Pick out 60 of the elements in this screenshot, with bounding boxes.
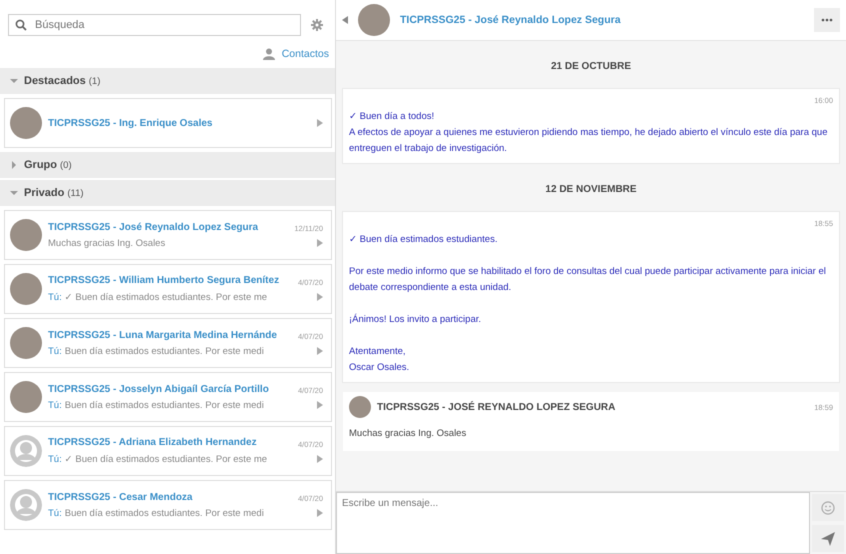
chat-title: TICPRSSG25 - José Reynaldo Lopez Segura: [400, 14, 622, 26]
section-header[interactable]: Privado (11): [0, 180, 335, 208]
date-divider: 21 DE OCTUBRE: [550, 60, 631, 74]
conversation-name: TICPRSSG25 - Josselyn Abigaíl García Portillo: [48, 384, 270, 394]
message-text: A efectos de apoyar a quienes me estuvieron pidiendo mas tiempo, he dejado abierto el vínculo este día para que entreguen el trabajo de investigación.: [349, 126, 828, 156]
conversation-name: TICPRSSG25 - José Reynaldo Lopez Segura: [48, 222, 260, 232]
contacts-link[interactable]: Contactos: [282, 48, 329, 60]
emoji-button[interactable]: [812, 494, 844, 521]
more-button[interactable]: [814, 8, 840, 32]
date-divider: 12 DE NOVIEMBRE: [545, 183, 637, 197]
chevron-icon: [317, 400, 323, 408]
message-preview: Tú: Buen día estimados estudiantes. Por este medi: [48, 400, 265, 410]
conversation-name: TICPRSSG25 - Luna Margarita Medina Hernánde: [48, 330, 278, 340]
caret-icon: [10, 161, 18, 169]
chevron-icon: [317, 346, 323, 354]
chevron-icon: [317, 454, 323, 462]
section-title: Privado: [24, 187, 64, 199]
message-preview: Tú: Buen día estimados estudiantes. Por este medi: [48, 346, 265, 356]
conversation-name: TICPRSSG25 - Adriana Elizabeth Hernandez: [48, 437, 258, 448]
message-preview: Tú: ✓ Buen día estimados estudiantes. Por este me: [48, 453, 268, 465]
message-preview: Tú: Buen día estimados estudiantes. Por este medi: [48, 508, 265, 518]
caret-icon: [10, 189, 18, 197]
message-input[interactable]: Escribe un mensaje...: [336, 492, 810, 554]
section-title: Destacados: [24, 75, 86, 87]
send-button[interactable]: [812, 525, 844, 552]
message-preview: Tú: ✓ Buen día estimados estudiantes. Por este me: [48, 291, 268, 303]
chevron-icon: [317, 238, 323, 246]
dots-icon: [821, 18, 833, 22]
message-text: ¡Ánimos! Los invito a participar.: [349, 312, 482, 327]
section-count: (0): [60, 160, 72, 170]
section-count: (11): [67, 188, 84, 198]
conversation-item[interactable]: TICPRSSG25 - Ing. Enrique Osales: [4, 98, 332, 148]
smiley-icon: [821, 500, 835, 514]
avatar-photo-placeholder: [358, 4, 390, 36]
section-header[interactable]: Destacados (1): [0, 68, 335, 96]
caret-icon: [10, 77, 18, 85]
message-preview: Muchas gracias Ing. Osales: [48, 238, 166, 248]
conversation-name: TICPRSSG25 - Ing. Enrique Osales: [48, 118, 214, 128]
settings-icon[interactable]: [311, 19, 323, 31]
send-icon: [821, 532, 835, 546]
message-text: ✓ Buen día a todos!: [349, 110, 436, 124]
message-text: Muchas gracias Ing. Osales: [349, 427, 468, 441]
chevron-icon: [317, 292, 323, 300]
conversation-name: TICPRSSG25 - William Humberto Segura Benítez: [48, 275, 280, 286]
avatar-photo-placeholder: [349, 396, 371, 418]
sender-name: TICPRSSG25 - JOSÉ REYNALDO LOPEZ SEGURA: [377, 402, 616, 412]
search-icon: [15, 19, 27, 31]
search-field[interactable]: Búsqueda: [8, 14, 301, 36]
section-count: (1): [88, 76, 100, 86]
section-title: Grupo: [24, 159, 57, 171]
section-header[interactable]: Grupo (0): [0, 152, 335, 180]
back-icon[interactable]: [342, 16, 348, 24]
message-text: Atentamente,: [349, 345, 407, 359]
person-icon: [262, 48, 275, 60]
message-text: Oscar Osales.: [349, 361, 410, 375]
message-text: ✓ Buen día estimados estudiantes.: [349, 233, 498, 247]
conversation-name: TICPRSSG25 - Cesar Mendoza: [48, 492, 194, 502]
chevron-icon: [317, 508, 323, 516]
chevron-icon: [317, 119, 323, 127]
message-text: Por este medio informo que se habilitado el foro de consultas del cual puede participar activamente para iniciar el debate correspondiente a esta unidad.: [349, 265, 827, 295]
